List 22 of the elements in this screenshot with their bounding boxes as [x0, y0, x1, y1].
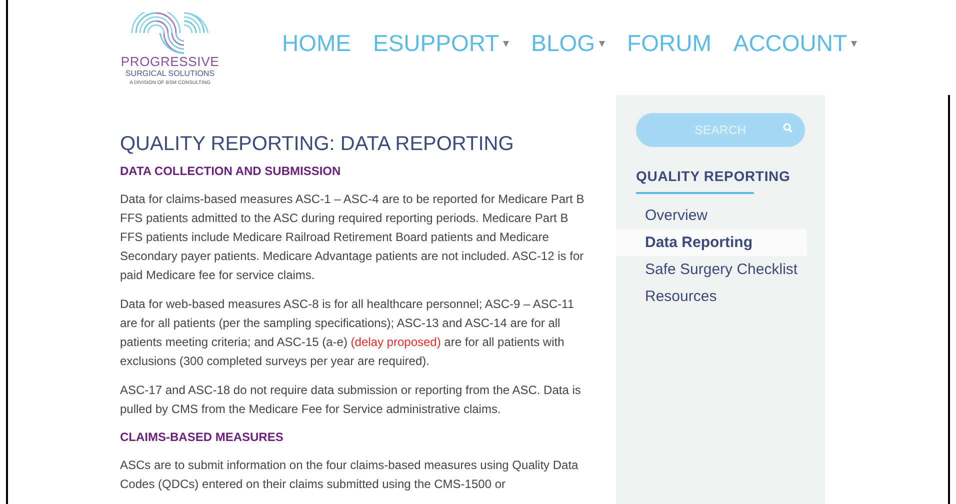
search-field[interactable]: SEARCH — [636, 113, 805, 147]
body-paragraph: Data for claims-based measures ASC-1 – ASC-4 are to be reported for Medicare Part B FFS patients admitted to the ASC during required reporting periods. Medicare Part B FFS patients include Medicare Railroad Retirement Board patients and Medicare Secondary payer patients. Medicare Advantage patients are not included. ASC-12 is for paid Medicare fee for service claims. — [120, 191, 586, 284]
nav-link[interactable]: ESUPPORT — [373, 26, 510, 61]
logo-subtitle: SURGICAL SOLUTIONS — [125, 69, 215, 79]
body-paragraph: ASC-17 and ASC-18 do not require data submission or reporting from the ASC. Data is pulled by CMS from the Medicare Fee for Service administrative claims. — [120, 382, 582, 418]
body-paragraph: ASCs are to submit information on the four claims-based measures using Quality Data Codes (QDCs) entered on their claims submitted using the CMS-1500 or — [120, 457, 580, 493]
nav-link[interactable]: ACCOUNT — [733, 26, 858, 61]
body-paragraph: Data for web-based measures ASC-8 is for all healthcare personnel; ASC-9 – ASC-11 are for all patients (per the sampling specifications); ASC-13 and ASC-14 are for all patients meeting criteria; and ASC-15 (a-e) (delay proposed) are for all patients with exclusions (300 completed surveys per year are required). — [120, 296, 576, 370]
logo-name: PROGRESSIVE — [120, 54, 220, 69]
sidebar-heading: QUALITY REPORTING — [636, 168, 790, 184]
sidebar-link[interactable]: Data Reporting — [616, 229, 807, 256]
page-title: QUALITY REPORTING: DATA REPORTING — [120, 132, 515, 157]
sidebar-link[interactable]: Overview — [616, 202, 825, 229]
logo-icon — [130, 12, 210, 54]
nav-link[interactable]: BLOG — [531, 26, 606, 61]
nav-link[interactable]: HOME — [282, 26, 351, 61]
sidebar-link[interactable]: Safe Surgery Checklist — [616, 256, 825, 283]
section-heading: DATA COLLECTION AND SUBMISSION — [120, 163, 342, 179]
section-heading: CLAIMS-BASED MEASURES — [120, 429, 284, 445]
sidebar-link[interactable]: Resources — [616, 283, 825, 310]
search-icon — [783, 123, 793, 133]
nav-link[interactable]: FORUM — [627, 26, 712, 61]
